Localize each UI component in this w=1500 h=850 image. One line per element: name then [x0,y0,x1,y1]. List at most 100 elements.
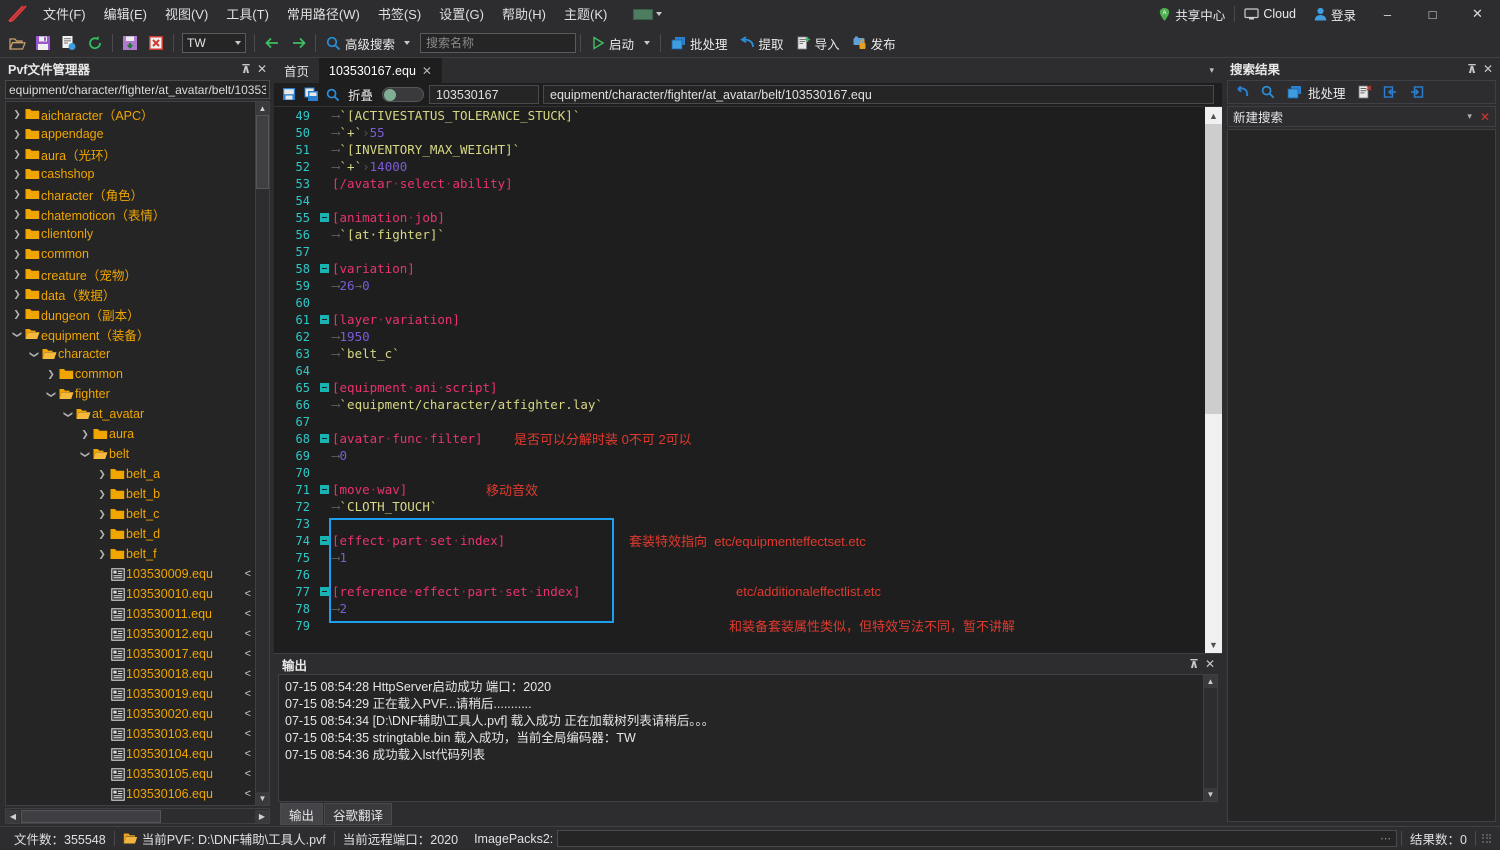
refresh-icon[interactable] [82,30,108,56]
editor-vertical-scrollbar[interactable]: ▲ ▼ [1205,107,1222,653]
code-line[interactable]: 69⟶0 [274,447,1205,464]
fold-toggle-icon[interactable] [316,536,332,545]
menu-bookmarks[interactable]: 书签(S) [369,2,430,27]
tree-folder-item[interactable]: ❯aura（光环） [6,144,255,164]
code-line[interactable]: 74[effect·part·set·index]套装特效指向 etc/equi… [274,532,1205,549]
fold-toggle-icon[interactable] [316,213,332,222]
tree-folder-item[interactable]: ❯at_avatar [6,404,255,424]
menu-common-paths[interactable]: 常用路径(W) [278,2,369,27]
chevron-right-icon[interactable]: ❯ [95,469,109,480]
resize-grip-icon[interactable] [1480,832,1494,846]
code-line[interactable]: 68[avatar·func·filter]是否可以分解时装 0不可 2可以 [274,430,1205,447]
chevron-right-icon[interactable]: ❯ [78,429,92,440]
tree-file-item[interactable]: 103530020.equ< [6,704,255,724]
code-line[interactable]: 63⟶`belt_c` [274,345,1205,362]
tree-folder-item[interactable]: ❯appendage [6,124,255,144]
code-line[interactable]: 58[variation] [274,260,1205,277]
menu-settings[interactable]: 设置(G) [430,2,493,27]
code-line[interactable]: 59⟶26→0 [274,277,1205,294]
chevron-right-icon[interactable]: ❯ [44,369,58,380]
code-line[interactable]: 72⟶`CLOTH_TOUCH` [274,498,1205,515]
scroll-down-icon[interactable]: ▼ [256,792,269,805]
search-icon[interactable] [322,84,344,106]
chevron-right-icon[interactable]: ❯ [95,489,109,500]
imagepacks-more-icon[interactable]: ⋯ [1380,832,1391,845]
tree-folder-item[interactable]: ❯common [6,364,255,384]
tree-file-item[interactable]: 103530012.equ< [6,624,255,644]
search-name-box[interactable] [420,33,576,53]
tree-folder-item[interactable]: ❯equipment（装备） [6,324,255,344]
code-lines-container[interactable]: 49⟶`[ACTIVESTATUS_TOLERANCE_STUCK]`50⟶`+… [274,107,1205,653]
save-icon[interactable] [30,30,56,56]
code-line[interactable]: 71[move·wav]移动音效 [274,481,1205,498]
tree-folder-item[interactable]: ❯creature（宠物） [6,264,255,284]
tree-folder-item[interactable]: ❯belt_b [6,484,255,504]
tree-file-item[interactable]: 103530104.equ< [6,744,255,764]
pin-icon[interactable]: ⊼ [1464,61,1480,77]
nav-forward-button[interactable] [285,30,311,56]
file-id-field[interactable]: 103530167 [429,85,539,104]
search-icon[interactable] [1256,82,1280,103]
clear-list-icon[interactable] [1353,82,1377,103]
tree-folder-item[interactable]: ❯data（数据） [6,284,255,304]
code-line[interactable]: 57 [274,243,1205,260]
tree-file-item[interactable]: 103530010.equ< [6,584,255,604]
pin-icon[interactable]: ⊼ [238,61,254,77]
tree-folder-item[interactable]: ❯chatemoticon（表情） [6,204,255,224]
save-copy-icon[interactable] [300,84,322,106]
code-line[interactable]: 78⟶2 [274,600,1205,617]
fold-toggle-icon[interactable] [316,383,332,392]
chevron-down-icon[interactable]: ❯ [29,347,40,361]
scroll-down-icon[interactable]: ▼ [1204,788,1217,801]
chevron-right-icon[interactable]: ❯ [10,309,24,320]
scrollbar-thumb[interactable] [1205,124,1222,414]
scrollbar-track[interactable] [1205,414,1222,636]
scroll-down-icon[interactable]: ▼ [1205,636,1222,653]
chevron-right-icon[interactable]: ❯ [10,229,24,240]
fold-toggle-icon[interactable] [316,485,332,494]
tree-file-item[interactable]: 103530017.equ< [6,644,255,664]
chevron-right-icon[interactable]: ❯ [95,549,109,560]
tree-folder-item[interactable]: ❯belt_d [6,524,255,544]
chevron-right-icon[interactable]: ❯ [10,269,24,280]
tree-folder-item[interactable]: ❯belt [6,444,255,464]
close-pvf-icon[interactable] [143,30,169,56]
fold-toggle-icon[interactable] [316,587,332,596]
tree-path-box[interactable] [5,80,270,99]
scroll-right-icon[interactable]: ▶ [255,810,269,823]
search-input[interactable] [426,36,581,50]
code-line[interactable]: 53[/avatar·select·ability] [274,175,1205,192]
close-icon[interactable]: ✕ [1202,656,1218,672]
close-search-icon[interactable]: ✕ [1480,110,1490,124]
tree-folder-item[interactable]: ❯belt_a [6,464,255,484]
code-line[interactable]: 60 [274,294,1205,311]
scrollbar-track[interactable] [256,189,269,792]
tree-file-item[interactable]: 103530105.equ< [6,764,255,784]
code-editor[interactable]: 49⟶`[ACTIVESTATUS_TOLERANCE_STUCK]`50⟶`+… [274,107,1222,654]
menu-file[interactable]: 文件(F) [34,2,95,27]
window-maximize-button[interactable]: □ [1410,0,1455,29]
code-line[interactable]: 62⟶1950 [274,328,1205,345]
code-line[interactable]: 76 [274,566,1205,583]
menu-help[interactable]: 帮助(H) [493,2,555,27]
nav-back-button[interactable] [259,30,285,56]
file-tree[interactable]: ❯aicharacter（APC）❯appendage❯aura（光环）❯cas… [6,102,255,805]
tree-file-item[interactable]: 103530009.equ< [6,564,255,584]
chevron-down-icon[interactable]: ❯ [46,387,57,401]
import-icon[interactable] [1405,82,1429,103]
cloud-button[interactable]: Cloud [1235,0,1305,29]
chevron-down-icon[interactable]: ❯ [80,447,91,461]
tree-folder-item[interactable]: ❯aura [6,424,255,444]
imagepacks-input[interactable]: ⋯ [557,830,1397,847]
login-button[interactable]: 登录 [1305,0,1365,29]
output-vertical-scrollbar[interactable]: ▲ ▼ [1203,675,1217,801]
code-line[interactable]: 50⟶`+`›55 [274,124,1205,141]
advanced-search-button[interactable]: 高级搜索 [320,30,416,56]
search-session-select[interactable]: 新建搜索 ▾ ✕ [1227,106,1496,127]
batch-icon[interactable] [1282,82,1306,103]
tree-folder-item[interactable]: ❯fighter [6,384,255,404]
chevron-down-icon[interactable]: ❯ [12,327,23,341]
tab-close-icon[interactable]: ✕ [422,64,432,78]
fold-toggle-icon[interactable] [316,264,332,273]
code-line[interactable]: 79和装备套装属性类似，但特效写法不同，暂不讲解 [274,617,1205,634]
